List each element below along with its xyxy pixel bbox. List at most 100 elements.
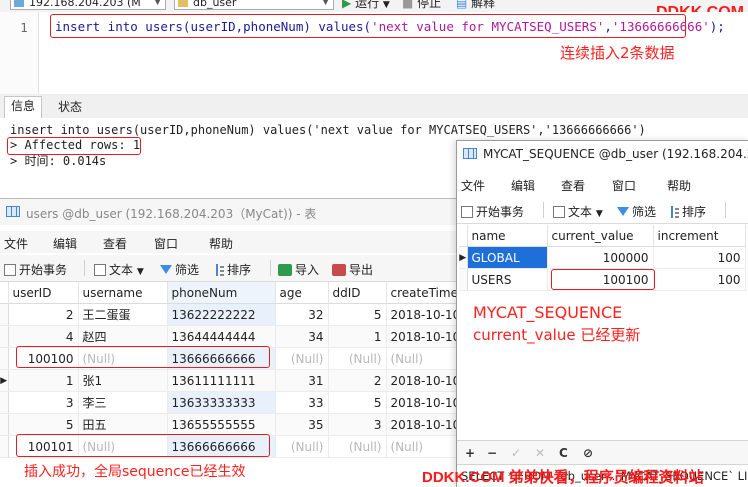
cell-phoneNum[interactable]: 13644444444 bbox=[167, 325, 276, 348]
export-button[interactable]: 导出 bbox=[332, 261, 373, 278]
discard-icon[interactable]: ✕ bbox=[535, 446, 545, 460]
import-button[interactable]: 导入 bbox=[278, 261, 319, 278]
cell-ddID[interactable]: 5 bbox=[328, 303, 387, 326]
tab-status[interactable]: 状态 bbox=[52, 98, 88, 116]
col-name[interactable]: name bbox=[467, 225, 548, 247]
cell-createTime[interactable]: 2018-10-10 bbox=[386, 369, 459, 392]
cell-ddID[interactable]: 1 bbox=[328, 325, 387, 348]
cell-age[interactable]: 33 bbox=[275, 391, 329, 414]
cell-userID[interactable]: 3 bbox=[8, 391, 79, 414]
begin-transaction-button[interactable]: 开始事务 bbox=[4, 261, 67, 278]
cell-current-value[interactable]: 100000 bbox=[547, 246, 654, 269]
table-row[interactable]: ▶ GLOBAL 100000 100 bbox=[459, 246, 746, 269]
table-row[interactable]: 2 王二蛋蛋 13622222222 32 5 2018-10-10 bbox=[0, 303, 459, 326]
tab-info[interactable]: 信息 bbox=[4, 96, 43, 118]
menu-window[interactable]: 窗口 bbox=[612, 177, 636, 194]
record-navigation-bar: + − ✓ ✕ C ⊘ bbox=[457, 440, 748, 467]
cell-userID[interactable]: 4 bbox=[8, 325, 79, 348]
run-button[interactable]: ▶ 运行 ▼ bbox=[342, 0, 390, 12]
filter-button[interactable]: 筛选 bbox=[160, 261, 199, 278]
connection-select[interactable]: 192.168.204.203 (M ▼ bbox=[10, 0, 166, 10]
filter-button[interactable]: 筛选 bbox=[617, 203, 656, 220]
text-button[interactable]: 文本 ▼ bbox=[94, 261, 144, 278]
explain-button[interactable]: ▤ 解释 bbox=[456, 0, 495, 10]
cell-ddID[interactable]: (Null) bbox=[328, 347, 387, 370]
table-icon bbox=[6, 206, 20, 217]
stop-button[interactable]: ■ 停止 bbox=[402, 0, 441, 10]
stop-icon[interactable]: ⊘ bbox=[583, 446, 593, 460]
table-row[interactable]: 4 赵四 13644444444 34 1 2018-10-10 bbox=[0, 325, 459, 348]
cell-age[interactable]: 31 bbox=[275, 369, 329, 392]
cell-createTime[interactable]: 2018-10-10 bbox=[386, 325, 459, 348]
col-increment[interactable]: increment bbox=[653, 225, 746, 247]
cell-ddID[interactable]: 5 bbox=[328, 391, 387, 414]
sql-editor[interactable]: 1 insert into users(userID,phoneNum) val… bbox=[0, 12, 748, 95]
add-record-icon[interactable]: + bbox=[465, 446, 475, 460]
cell-userID[interactable]: 1 bbox=[8, 369, 79, 392]
col-createTime[interactable]: createTime bbox=[386, 282, 459, 304]
cell-username[interactable]: 王二蛋蛋 bbox=[78, 303, 168, 326]
cell-username[interactable]: 田五 bbox=[78, 413, 168, 436]
menu-help[interactable]: 帮助 bbox=[209, 235, 233, 252]
cell-username[interactable]: 张1 bbox=[78, 369, 168, 392]
table-row[interactable]: 3 李三 13633333333 33 5 2018-10-10 bbox=[0, 391, 459, 414]
new-row-highlight-2 bbox=[16, 434, 270, 457]
menu-view[interactable]: 查看 bbox=[103, 235, 127, 252]
refresh-icon[interactable]: C bbox=[559, 446, 568, 460]
menu-file[interactable]: 文件 bbox=[461, 177, 485, 194]
apply-icon[interactable]: ✓ bbox=[511, 446, 521, 460]
cell-username[interactable]: 赵四 bbox=[78, 325, 168, 348]
sort-button[interactable]: 排序 bbox=[214, 261, 251, 278]
cell-increment[interactable]: 100 bbox=[653, 268, 746, 291]
cell-name[interactable]: USERS bbox=[467, 268, 548, 291]
database-select[interactable]: db_user ▼ bbox=[174, 0, 334, 10]
cell-age[interactable]: (Null) bbox=[275, 347, 329, 370]
menu-edit[interactable]: 编辑 bbox=[53, 235, 77, 252]
users-data-grid[interactable]: userID username phoneNum age ddID create… bbox=[0, 282, 459, 458]
cell-ddID[interactable]: 2 bbox=[328, 369, 387, 392]
cell-userID[interactable]: 5 bbox=[8, 413, 79, 436]
cell-phoneNum[interactable]: 13655555555 bbox=[167, 413, 276, 436]
cell-age[interactable]: 34 bbox=[275, 325, 329, 348]
cell-createTime[interactable]: (Null) bbox=[386, 435, 459, 458]
cell-age[interactable]: (Null) bbox=[275, 435, 329, 458]
message-sql: insert into users(userID,phoneNum) value… bbox=[10, 123, 646, 137]
table-row[interactable]: 5 田五 13655555555 35 3 2018-10-10 bbox=[0, 413, 459, 436]
menu-view[interactable]: 查看 bbox=[561, 177, 585, 194]
menu-file[interactable]: 文件 bbox=[4, 235, 28, 252]
col-phoneNum[interactable]: phoneNum bbox=[167, 282, 276, 304]
cell-createTime[interactable]: 2018-10-10 bbox=[386, 391, 459, 414]
table-icon bbox=[463, 148, 477, 159]
menu-window[interactable]: 窗口 bbox=[154, 235, 178, 252]
col-userID[interactable]: userID bbox=[8, 282, 79, 304]
delete-record-icon[interactable]: − bbox=[487, 446, 497, 460]
cell-username[interactable]: 李三 bbox=[78, 391, 168, 414]
cell-createTime[interactable]: 2018-10-10 bbox=[386, 413, 459, 436]
cell-phoneNum[interactable]: 13633333333 bbox=[167, 391, 276, 414]
line-number: 1 bbox=[20, 21, 28, 35]
cell-name[interactable]: GLOBAL bbox=[467, 246, 548, 269]
begin-transaction-button[interactable]: 开始事务 bbox=[461, 203, 524, 220]
col-username[interactable]: username bbox=[78, 282, 168, 304]
connection-value: 192.168.204.203 (M bbox=[29, 0, 141, 9]
col-age[interactable]: age bbox=[275, 282, 329, 304]
menu-edit[interactable]: 编辑 bbox=[511, 177, 535, 194]
col-ddID[interactable]: ddID bbox=[328, 282, 387, 304]
cell-createTime[interactable]: (Null) bbox=[386, 347, 459, 370]
sort-button[interactable]: 排序 bbox=[669, 203, 706, 220]
cell-phoneNum[interactable]: 13611111111 bbox=[167, 369, 276, 392]
cell-userID[interactable]: 2 bbox=[8, 303, 79, 326]
cell-increment[interactable]: 100 bbox=[653, 246, 746, 269]
cell-ddID[interactable]: (Null) bbox=[328, 435, 387, 458]
cell-age[interactable]: 32 bbox=[275, 303, 329, 326]
line-gutter: 1 bbox=[0, 12, 39, 94]
cell-phoneNum[interactable]: 13622222222 bbox=[167, 303, 276, 326]
menu-help[interactable]: 帮助 bbox=[667, 177, 691, 194]
col-current-value[interactable]: current_value bbox=[547, 225, 654, 247]
text-button[interactable]: 文本 ▼ bbox=[553, 203, 603, 220]
table-row[interactable]: ▶ 1 张1 13611111111 31 2 2018-10-10 bbox=[0, 369, 459, 392]
cell-createTime[interactable]: 2018-10-10 bbox=[386, 303, 459, 326]
cell-age[interactable]: 35 bbox=[275, 413, 329, 436]
cell-ddID[interactable]: 3 bbox=[328, 413, 387, 436]
transaction-icon bbox=[461, 206, 473, 218]
